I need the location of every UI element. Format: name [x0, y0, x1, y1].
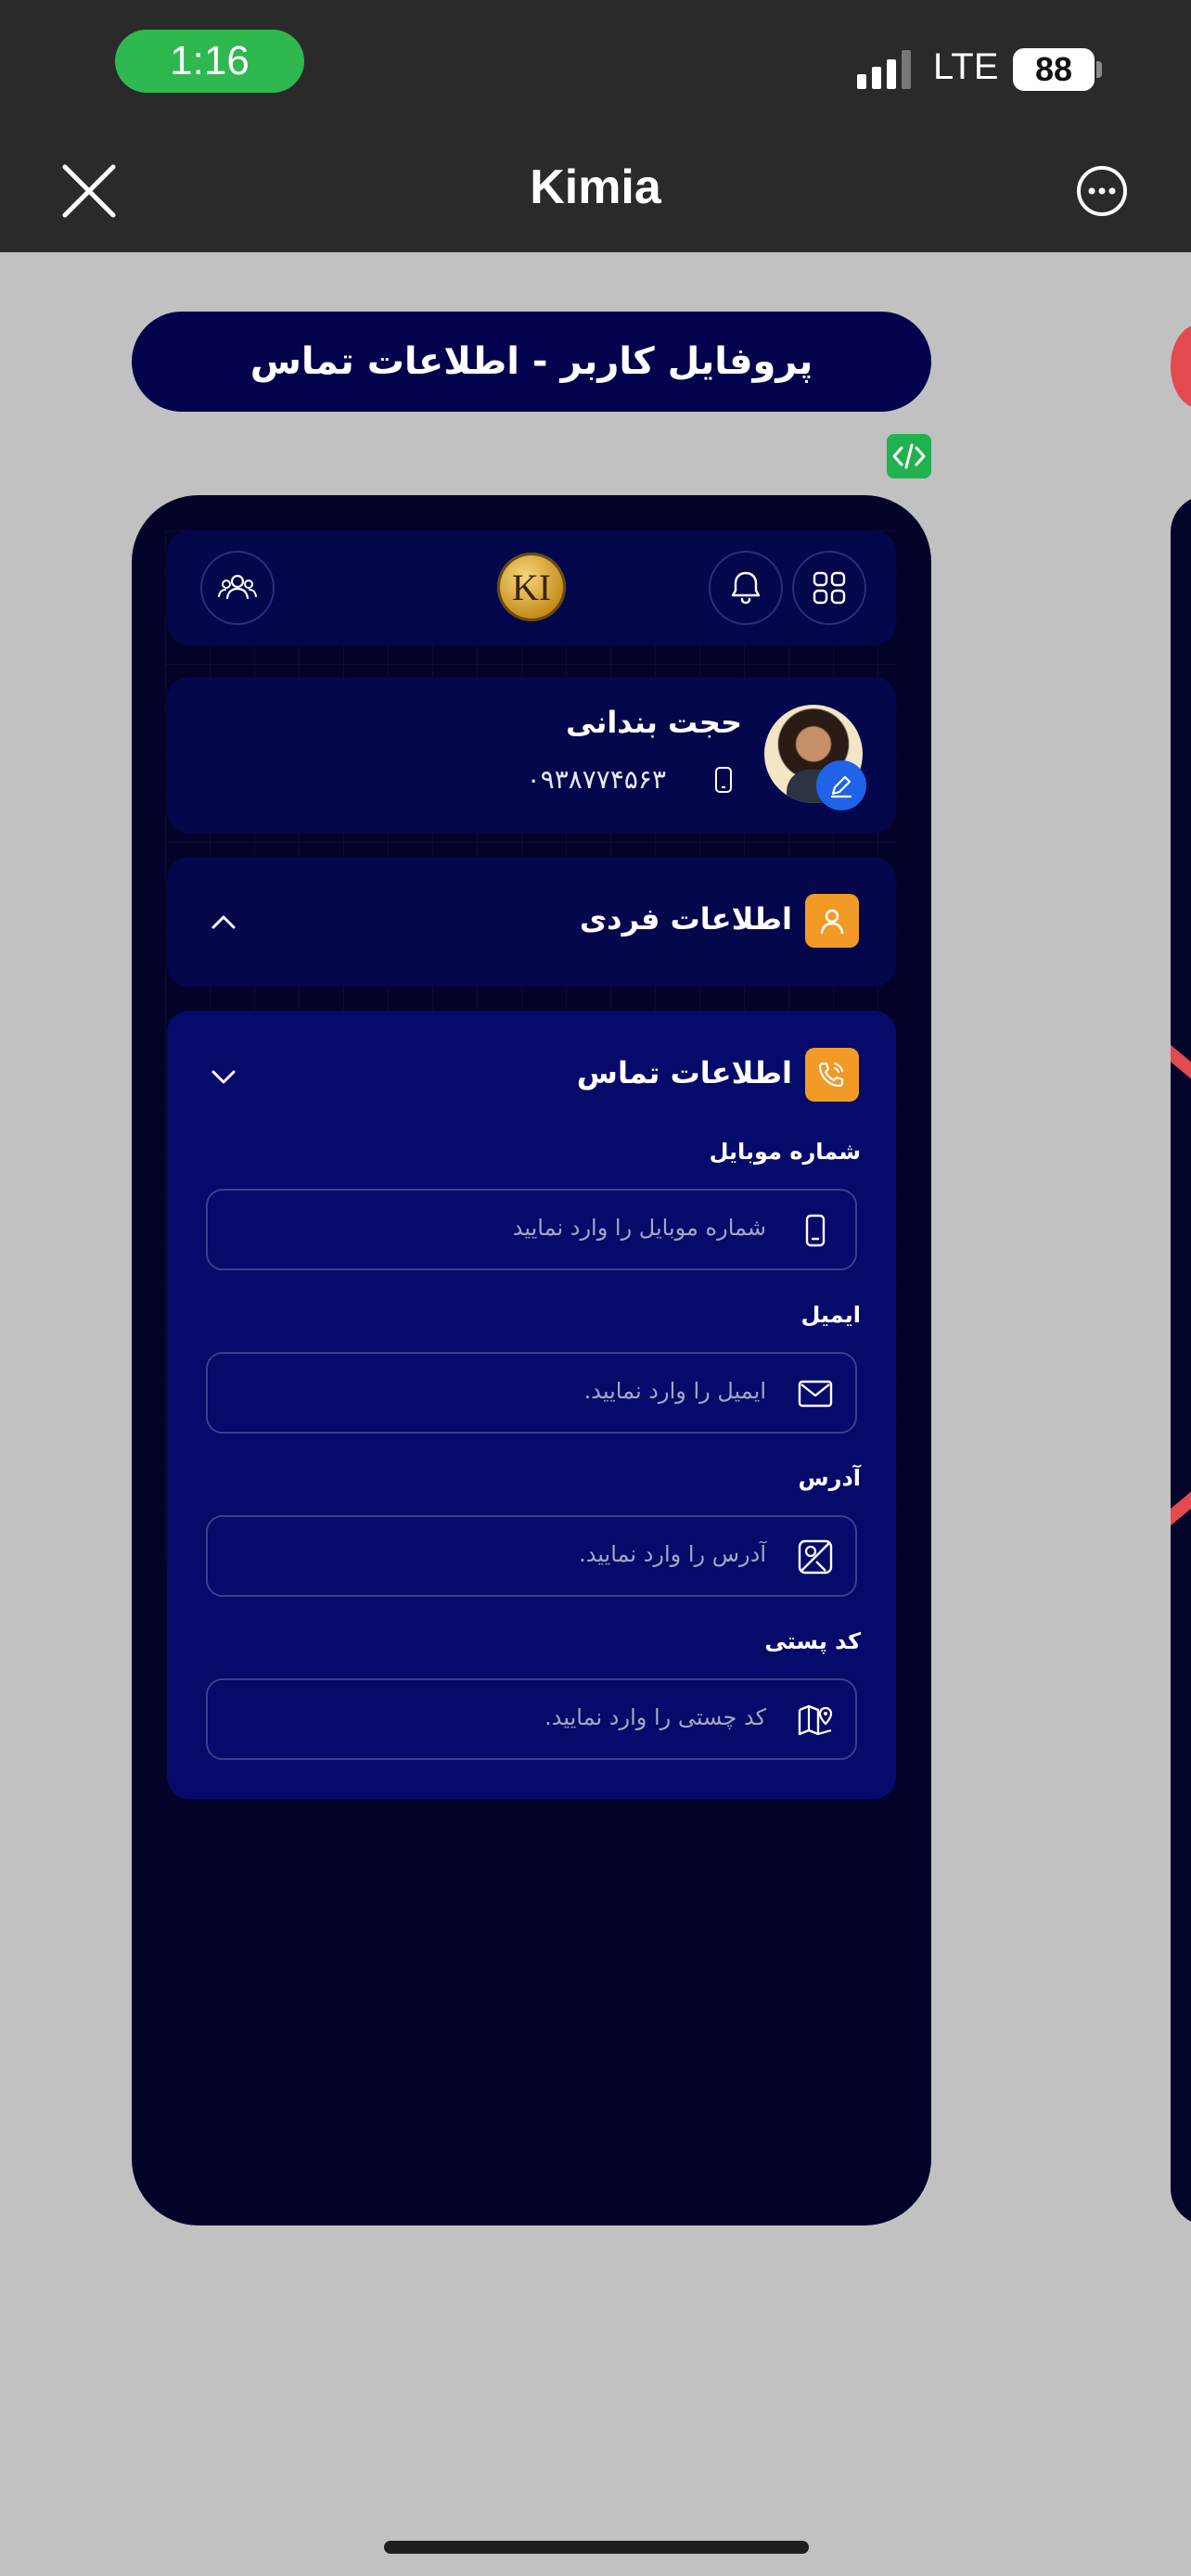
email-input[interactable]: ایمیل را وارد نمایید. [206, 1352, 857, 1434]
chevron-up-icon[interactable] [206, 905, 241, 940]
user-icon [805, 894, 859, 948]
map-location-icon [798, 1539, 833, 1575]
postal-code-input[interactable]: کد چستی را وارد نمایید. [206, 1678, 857, 1760]
code-icon[interactable] [887, 434, 931, 478]
nav-title: Kimia [530, 160, 661, 214]
mobile-placeholder: شماره موبایل را وارد نمایید [512, 1215, 766, 1241]
postal-code-placeholder: کد چستی را وارد نمایید. [544, 1704, 766, 1730]
personal-info-section[interactable]: اطلاعات فردی [167, 857, 896, 987]
top-bar: 1:16 LTE 88 Kimia [0, 0, 1191, 252]
pencil-icon [830, 775, 852, 798]
address-placeholder: آدرس را وارد نمایید. [579, 1541, 766, 1567]
postal-code-label: کد پستی [764, 1628, 861, 1654]
mobile-icon [715, 767, 732, 793]
status-time: 1:16 [115, 30, 304, 93]
notifications-button[interactable] [709, 551, 783, 625]
address-input[interactable]: آدرس را وارد نمایید. [206, 1515, 857, 1597]
menu-grid-button[interactable] [792, 551, 866, 625]
page-title: پروفایل کاربر - اطلاعات تماس [132, 312, 931, 412]
user-profile-card: حجت بندانی ۰۹۳۸۷۷۴۵۶۳ [167, 677, 896, 833]
mobile-label: شماره موبایل [709, 1139, 861, 1165]
mail-icon [798, 1380, 833, 1408]
app-logo: KI [497, 553, 566, 621]
email-placeholder: ایمیل را وارد نمایید. [583, 1378, 766, 1404]
edit-profile-button[interactable] [816, 760, 866, 810]
user-name: حجت بندانی [565, 705, 742, 740]
mobile-input[interactable]: شماره موبایل را وارد نمایید [206, 1189, 857, 1270]
users-icon [218, 574, 257, 600]
email-label: ایمیل [800, 1302, 861, 1328]
app-header: KI [167, 530, 896, 645]
next-page-indicator [1171, 325, 1191, 408]
next-screen-preview [1171, 495, 1191, 2225]
battery-nub [1096, 61, 1102, 78]
home-indicator[interactable] [384, 2541, 809, 2554]
phone-call-icon [805, 1048, 859, 1102]
phone-mockup: KI حجت بندانی ۰۹۳۸۷۷۴۵۶۳ اطلاعات فردی اط… [132, 495, 931, 2225]
address-label: آدرس [798, 1465, 861, 1491]
map-pin-icon [798, 1704, 833, 1736]
contact-info-section: اطلاعات تماس شماره موبایل شماره موبایل ر… [167, 1011, 896, 1799]
user-phone: ۰۹۳۸۷۷۴۵۶۳ [526, 764, 666, 795]
bell-icon [731, 571, 761, 605]
grid-icon [813, 571, 846, 605]
mobile-icon [805, 1214, 826, 1247]
network-type: LTE [933, 46, 999, 87]
battery-level: 88 [1013, 48, 1095, 91]
personal-info-title: اطلاعات فردی [579, 901, 792, 937]
signal-icon [857, 50, 911, 89]
contact-info-title: اطلاعات تماس [576, 1055, 792, 1090]
chevron-down-icon[interactable] [206, 1059, 241, 1094]
more-options-icon[interactable] [1076, 165, 1128, 217]
users-button[interactable] [200, 551, 275, 625]
